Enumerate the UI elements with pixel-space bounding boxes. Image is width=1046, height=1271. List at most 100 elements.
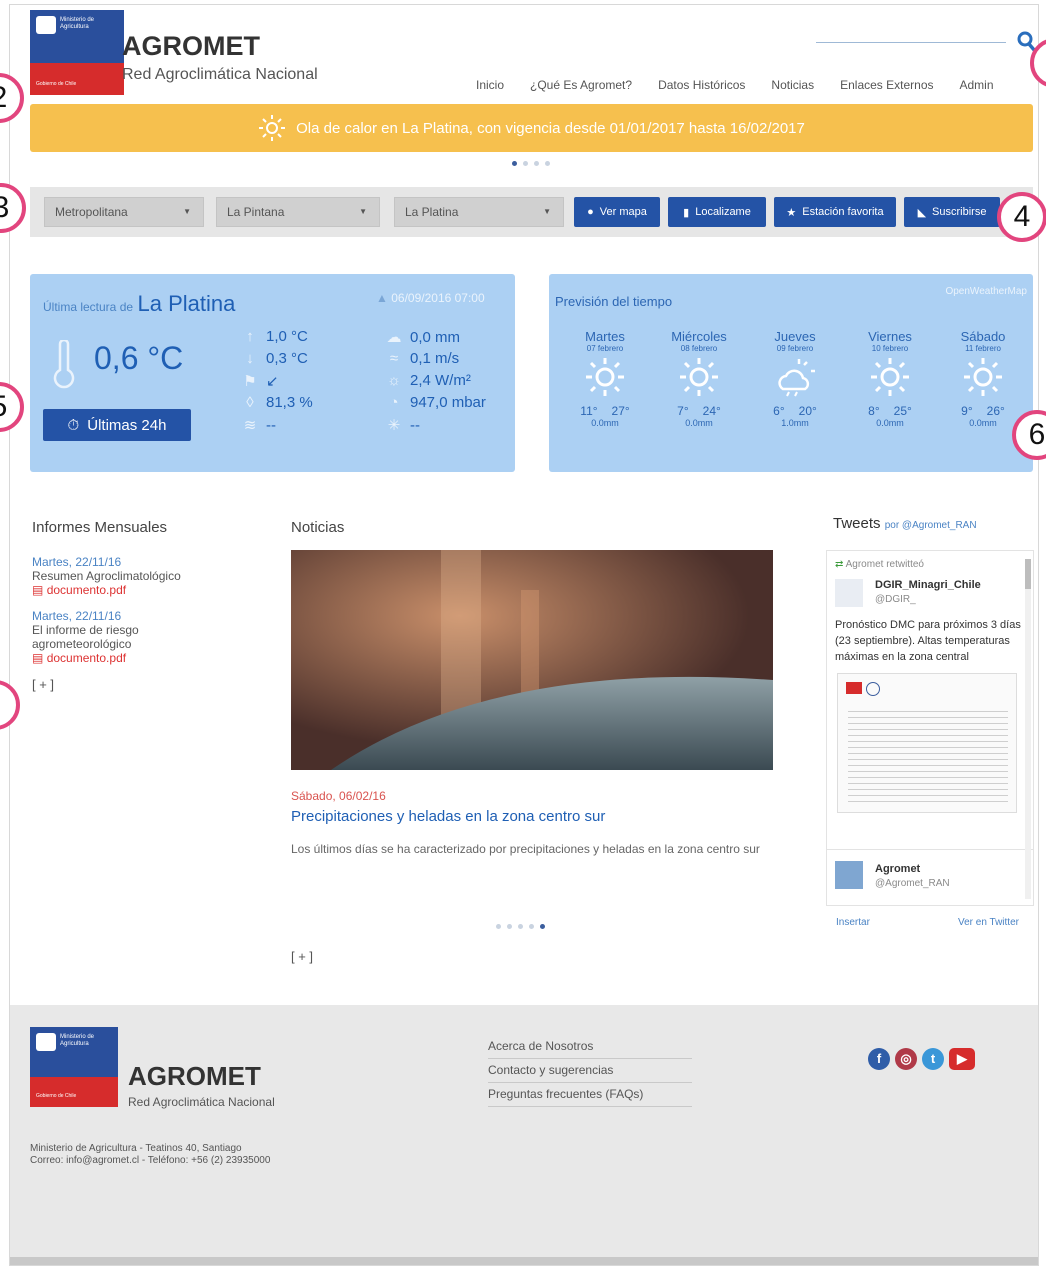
ministry-logo[interactable]: Ministerio de Agricultura Gobierno de Ch… bbox=[30, 10, 124, 95]
news-image[interactable] bbox=[291, 550, 773, 770]
news-headline[interactable]: Precipitaciones y heladas en la zona cen… bbox=[291, 808, 605, 825]
instagram-icon[interactable]: ◎ bbox=[895, 1048, 917, 1070]
horizontal-scrollbar[interactable] bbox=[10, 1257, 1038, 1265]
noticias-title: Noticias bbox=[291, 519, 345, 536]
informe-item: Martes, 22/11/16 Resumen Agroclimatológi… bbox=[32, 555, 212, 597]
forecast-min: 11° bbox=[580, 404, 598, 418]
nav-admin[interactable]: Admin bbox=[947, 78, 1007, 92]
forecast-rain: 1.0mm bbox=[781, 418, 809, 428]
footer-link-contacto[interactable]: Contacto y sugerencias bbox=[488, 1059, 692, 1083]
nav-inicio[interactable]: Inicio bbox=[463, 78, 517, 92]
informes-list: Martes, 22/11/16 Resumen Agroclimatológi… bbox=[32, 555, 212, 692]
carousel-dot[interactable] bbox=[496, 924, 501, 929]
youtube-icon[interactable]: ▶ bbox=[949, 1048, 975, 1070]
news-more-link[interactable]: [ + ] bbox=[291, 949, 313, 964]
forecast-temps: 11° 27° bbox=[565, 404, 645, 418]
view-on-twitter-link[interactable]: Ver en Twitter bbox=[958, 917, 1019, 928]
footer-logo-ministry-text: Ministerio de Agricultura bbox=[60, 1034, 95, 1047]
search-input[interactable] bbox=[816, 41, 1006, 43]
forecast-source[interactable]: OpenWeatherMap bbox=[945, 286, 1027, 297]
stopwatch-icon: ⏱ bbox=[67, 416, 80, 434]
sun-icon bbox=[964, 358, 1002, 396]
wind-icon: ≈ bbox=[389, 350, 399, 367]
forecast-temps: 8° 25° bbox=[850, 404, 930, 418]
precipitation: ☁ 0,0 mm bbox=[386, 328, 461, 347]
facebook-icon[interactable]: f bbox=[868, 1048, 890, 1070]
footer-link-faqs[interactable]: Preguntas frecuentes (FAQs) bbox=[488, 1083, 692, 1107]
reading-timestamp: ▲ 06/09/2016 07:00 bbox=[376, 291, 485, 305]
tweet-author[interactable]: DGIR_Minagri_Chile bbox=[875, 579, 981, 591]
chevron-down-icon: ▼ bbox=[543, 207, 551, 216]
max-temp-value: 1,0 °C bbox=[266, 328, 308, 345]
reading-station-name[interactable]: La Platina bbox=[138, 291, 236, 316]
tweets-embed-link[interactable]: Insertar bbox=[836, 917, 870, 928]
informe-doc-link[interactable]: ▤ documento.pdf bbox=[32, 651, 212, 665]
footer-logo-gov-text: Gobierno de Chile bbox=[36, 1093, 77, 1099]
waves-icon: ≋ bbox=[243, 417, 257, 434]
forecast-rain: 0.0mm bbox=[876, 418, 904, 428]
carousel-dot[interactable] bbox=[534, 161, 539, 166]
informes-more-link[interactable]: [ + ] bbox=[32, 677, 212, 692]
twitter-icon[interactable]: t bbox=[922, 1048, 944, 1070]
nav-noticias[interactable]: Noticias bbox=[758, 78, 827, 92]
footer-contact: Correo: info@agromet.cl - Teléfono: +56 … bbox=[30, 1155, 271, 1166]
warning-icon: ▲ bbox=[376, 291, 388, 305]
brand-title[interactable]: AGROMET bbox=[122, 31, 260, 62]
humidity-value: 81,3 % bbox=[266, 394, 313, 411]
estacion-favorita-button[interactable]: ★ Estación favorita bbox=[774, 197, 896, 227]
twitter-timeline[interactable]: ⇄ Agromet retwitteó DGIR_Minagri_Chile @… bbox=[826, 550, 1034, 906]
station-filter-bar: Metropolitana ▼ La Pintana ▼ La Platina ▼ ●… bbox=[30, 187, 1033, 237]
footer-address: Ministerio de Agricultura - Teatinos 40,… bbox=[30, 1143, 242, 1154]
reading-timestamp-text: 06/09/2016 07:00 bbox=[391, 291, 485, 305]
station-select-value: La Platina bbox=[405, 205, 459, 219]
metric-unknown-1-value: -- bbox=[266, 416, 276, 434]
ultimas-24h-button[interactable]: ⏱ Últimas 24h bbox=[43, 409, 191, 441]
forecast-rain: 0.0mm bbox=[685, 418, 713, 428]
nav-datos-historicos[interactable]: Datos Históricos bbox=[645, 78, 758, 92]
footer-address-block: Ministerio de Agricultura - Teatinos 40,… bbox=[30, 1143, 270, 1167]
tweet-author[interactable]: Agromet bbox=[875, 863, 920, 875]
informe-text: Resumen Agroclimatológico bbox=[32, 569, 181, 583]
tweets-title: Tweets bbox=[833, 515, 881, 532]
heat-alert-banner[interactable]: Ola de calor en La Platina, con vigencia… bbox=[30, 104, 1033, 152]
region-select[interactable]: Metropolitana ▼ bbox=[44, 197, 204, 227]
comuna-select[interactable]: La Pintana ▼ bbox=[216, 197, 380, 227]
ver-mapa-button[interactable]: ● Ver mapa bbox=[574, 197, 660, 227]
carousel-dot[interactable] bbox=[512, 161, 517, 166]
tweets-scrollbar[interactable] bbox=[1025, 559, 1031, 899]
tweet-image[interactable] bbox=[837, 673, 1017, 813]
suscribirse-button[interactable]: ◣ Suscribirse bbox=[904, 197, 1000, 227]
alert-carousel-dots bbox=[512, 161, 550, 166]
forecast-temps: 6° 20° bbox=[755, 404, 835, 418]
localizame-button[interactable]: ▮ Localizame bbox=[668, 197, 766, 227]
alert-text: Ola de calor en La Platina, con vigencia… bbox=[296, 119, 805, 137]
station-select[interactable]: La Platina ▼ bbox=[394, 197, 564, 227]
nav-que-es-agromet[interactable]: ¿Qué Es Agromet? bbox=[517, 78, 645, 92]
carousel-dot[interactable] bbox=[507, 924, 512, 929]
nav-enlaces-externos[interactable]: Enlaces Externos bbox=[827, 78, 946, 92]
last-reading-panel: Última lectura de La Platina ▲ 06/09/201… bbox=[30, 274, 515, 472]
tweets-handle-link[interactable]: por @Agromet_RAN bbox=[885, 520, 977, 531]
footer-ministry-logo[interactable]: Ministerio de Agricultura Gobierno de Ch… bbox=[30, 1027, 118, 1107]
wind-flag-icon: ⚑ bbox=[243, 373, 257, 390]
rss-icon: ◣ bbox=[917, 206, 927, 219]
forecast-min: 8° bbox=[868, 404, 880, 418]
carousel-dot[interactable] bbox=[523, 161, 528, 166]
sun-icon bbox=[259, 115, 286, 141]
footer-link-acerca[interactable]: Acerca de Nosotros bbox=[488, 1035, 692, 1059]
metric-unknown-2-value: -- bbox=[410, 416, 420, 434]
avatar[interactable] bbox=[835, 579, 863, 607]
tweet-text: Pronóstico DMC para próximos 3 días (23 … bbox=[835, 619, 1021, 663]
carousel-dot[interactable] bbox=[518, 924, 523, 929]
retweet-label: ⇄ Agromet retwitteó bbox=[835, 559, 924, 570]
carousel-dot[interactable] bbox=[529, 924, 534, 929]
avatar[interactable] bbox=[835, 861, 863, 889]
chevron-down-icon: ▼ bbox=[359, 207, 367, 216]
tweets-header: Tweets por @Agromet_RAN bbox=[833, 515, 977, 532]
drop-icon: ◊ bbox=[246, 394, 254, 411]
informe-doc-link[interactable]: ▤ documento.pdf bbox=[32, 583, 212, 597]
carousel-dot[interactable] bbox=[545, 161, 550, 166]
carousel-dot[interactable] bbox=[540, 924, 545, 929]
star-icon: ★ bbox=[786, 206, 797, 219]
globe-icon: ● bbox=[587, 206, 594, 218]
